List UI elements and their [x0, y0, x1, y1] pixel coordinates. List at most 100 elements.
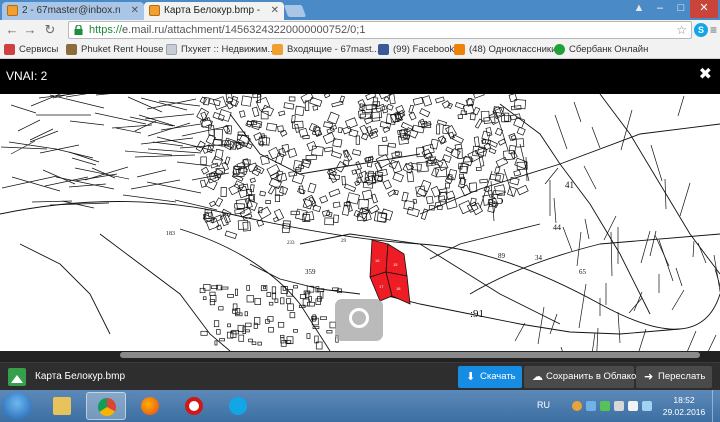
tab-close-icon[interactable]: ✕ [131, 2, 139, 20]
attachment-file-name: Карта Белокур.bmp [35, 371, 126, 382]
map-label: 183 [166, 231, 175, 237]
map-label: 44 [553, 223, 561, 232]
tab-strip: 2 - 67master@inbox.ru - П ✕ Карта Белоку… [0, 0, 720, 20]
map-label: 41 [565, 180, 574, 190]
bookmark-facebook[interactable]: (99) Facebook [378, 42, 454, 57]
bookmark-label: Пхукет :: Недвижим... [181, 44, 276, 55]
address-bar[interactable]: https://e.mail.ru/attachment/14563243220… [68, 21, 692, 39]
opera-icon [185, 397, 203, 415]
bookmark-star-icon[interactable]: ☆ [676, 22, 687, 38]
svg-text:17: 17 [379, 284, 384, 289]
taskbar-skype[interactable] [218, 392, 258, 420]
close-icon[interactable]: ✖ [699, 64, 712, 84]
show-desktop-button[interactable] [712, 390, 720, 422]
sberbank-icon [554, 44, 565, 55]
bookmark-label: Phuket Rent House ... [81, 44, 174, 55]
maximize-window-button[interactable]: □ [672, 0, 690, 18]
browser-menu-icon[interactable]: ≡ [710, 23, 720, 37]
bookmark-odnoklassniki[interactable]: (48) Одноклассники [454, 42, 556, 57]
page-icon [166, 44, 177, 55]
bookmark-label: Сервисы [19, 44, 59, 55]
map-label: :5 [492, 192, 504, 208]
close-window-button[interactable]: ✕ [690, 0, 718, 18]
bookmark-inbox[interactable]: Входящие - 67mast... [272, 42, 380, 57]
tray-app-icon[interactable] [572, 401, 582, 411]
tray-network-icon[interactable] [600, 401, 610, 411]
input-language[interactable]: RU [537, 400, 550, 410]
minimize-window-button[interactable]: – [650, 0, 670, 18]
browser-toolbar: ← → ↻ https://e.mail.ru/attachment/14563… [0, 20, 720, 40]
cloud-icon: ☁ [532, 371, 543, 383]
lock-icon [74, 25, 83, 35]
taskbar-chrome[interactable] [86, 392, 126, 420]
bookmark-label: (99) Facebook [393, 44, 455, 55]
download-icon: ⬇ [466, 371, 476, 383]
user-profile-icon[interactable]: ▲ [632, 0, 646, 18]
mail-favicon-icon [149, 5, 160, 16]
bookmark-label: (48) Одноклассники [469, 44, 557, 55]
bookmark-label: Входящие - 67mast... [287, 44, 380, 55]
map-label: :91 [470, 308, 484, 320]
bookmark-phuket-realty[interactable]: Пхукет :: Недвижим... [166, 42, 275, 57]
svg-text:15: 15 [393, 262, 398, 267]
scrollbar-thumb[interactable] [120, 352, 700, 358]
url-scheme: https:// [89, 24, 123, 36]
folder-icon [53, 397, 71, 415]
tab-mail-inbox[interactable]: 2 - 67master@inbox.ru - П ✕ [2, 2, 144, 20]
map-label: 233 [287, 241, 295, 246]
highlighted-plot [369, 239, 411, 305]
download-label: Скачать [480, 371, 516, 382]
zoom-magnifier-icon[interactable] [335, 299, 383, 341]
map-label: 65 [579, 268, 587, 276]
svg-text:16: 16 [375, 258, 380, 263]
reload-icon[interactable]: ↻ [42, 22, 58, 38]
viewer-title: VNAI: 2 [6, 69, 48, 83]
tab-map-attachment[interactable]: Карта Белокур.bmp - 2 - М ✕ [144, 2, 284, 20]
bookmarks-bar: Сервисы Phuket Rent House ... Пхукет :: … [0, 40, 720, 59]
taskbar-firefox[interactable] [130, 392, 170, 420]
firefox-icon [141, 397, 159, 415]
save-to-cloud-button[interactable]: ☁ Сохранить в Облако [524, 366, 637, 388]
tab-close-icon[interactable]: ✕ [271, 2, 279, 20]
map-label: 89 [498, 252, 506, 260]
apps-grid-icon [4, 44, 15, 55]
forward-arrow-icon: ➜ [644, 371, 654, 383]
tray-volume-icon[interactable] [628, 401, 638, 411]
svg-text:18: 18 [396, 286, 401, 291]
bookmark-phuket-rent[interactable]: Phuket Rent House ... [66, 42, 174, 57]
start-button[interactable] [2, 392, 32, 420]
bookmark-services[interactable]: Сервисы [4, 42, 58, 57]
url-path: e.mail.ru/attachment/1456324322000000075… [122, 24, 366, 36]
skype-extension-icon[interactable]: S [694, 23, 708, 37]
clock-date: 29.02.2016 [662, 407, 706, 417]
bookmark-label: Сбербанк Онлайн [569, 44, 649, 55]
cloud-label: Сохранить в Облако [546, 371, 637, 382]
odnoklassniki-icon [454, 44, 465, 55]
new-tab-button[interactable] [283, 5, 307, 17]
facebook-icon [378, 44, 389, 55]
forward-label: Переслать [658, 371, 706, 382]
tray-signal-icon[interactable] [614, 401, 624, 411]
tray-flag-icon[interactable] [586, 401, 596, 411]
back-arrow-icon[interactable]: ← [4, 22, 20, 38]
clock-time: 18:52 [673, 395, 695, 405]
tray-sound-icon[interactable] [642, 401, 652, 411]
forward-button[interactable]: ➜ Переслать [636, 366, 712, 388]
taskbar-explorer[interactable] [42, 392, 82, 420]
mail-favicon-icon [7, 5, 18, 16]
horizontal-scrollbar[interactable] [0, 351, 720, 362]
windows-taskbar: RU 18:52 29.02.2016 [0, 390, 720, 422]
bookmark-sberbank[interactable]: Сбербанк Онлайн [554, 42, 648, 57]
map-label: 29 [341, 239, 347, 244]
cadastral-map-image[interactable]: 16 15 17 18 :5 41 44 34 89 65 :91 183 359 … [0, 94, 720, 351]
download-button[interactable]: ⬇ Скачать [458, 366, 522, 388]
image-file-icon [8, 368, 26, 386]
taskbar-opera[interactable] [174, 392, 214, 420]
bookmark-favicon-icon [66, 44, 77, 55]
map-label: 34 [535, 254, 543, 262]
attachment-viewer: VNAI: 2 ✖ 16 15 17 18:5 41 44 34 89 65 … [0, 60, 720, 362]
forward-arrow-icon[interactable]: → [22, 22, 38, 38]
attachment-footer: Карта Белокур.bmp ⬇ Скачать ☁ Сохранить … [0, 362, 720, 390]
chrome-icon [98, 398, 116, 416]
taskbar-clock[interactable]: 18:52 29.02.2016 [660, 394, 708, 418]
